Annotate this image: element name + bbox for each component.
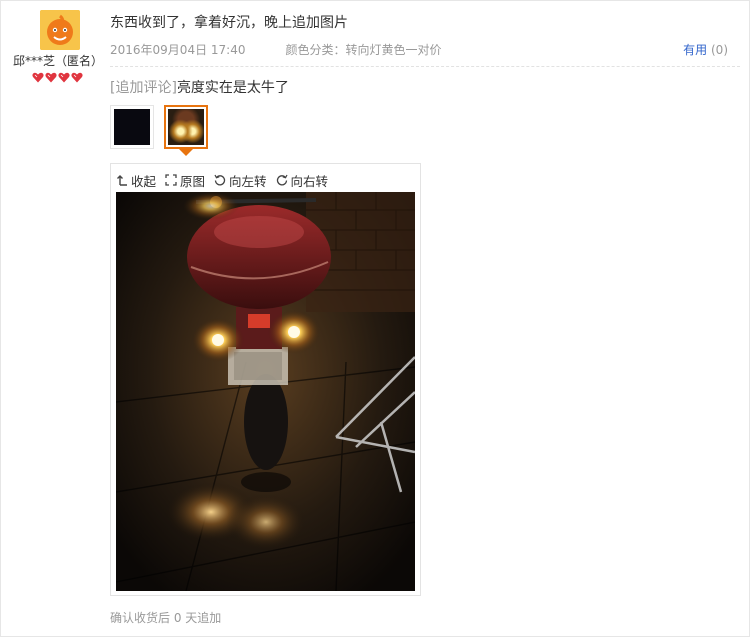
- review-text: 东西收到了，拿着好沉，晚上追加图片: [110, 15, 348, 31]
- avatar[interactable]: [40, 10, 80, 50]
- selected-thumb-caret: [179, 149, 193, 156]
- useful-button[interactable]: 有用 (0): [683, 41, 728, 58]
- review-meta: 2016年09月04日 17:40 颜色分类：转向灯黄色一对价: [110, 41, 442, 58]
- rotate-left-button[interactable]: 向左转: [214, 170, 267, 190]
- heart-icon: [71, 72, 83, 83]
- expand-icon: [165, 174, 177, 186]
- photo-thumbnail-2[interactable]: [164, 105, 208, 149]
- collapse-icon: [117, 175, 127, 186]
- original-label: 原图: [180, 173, 206, 189]
- collapse-label: 收起: [131, 173, 157, 189]
- viewer-toolbar: 收起 原图 向左转 向右转: [117, 170, 328, 190]
- useful-label[interactable]: 有用: [683, 43, 707, 57]
- original-button[interactable]: 原图: [165, 170, 205, 190]
- rotate-right-icon: [276, 174, 288, 186]
- photo-viewer: 收起 原图 向左转 向右转: [110, 163, 421, 596]
- review-attribute: 颜色分类：转向灯黄色一对价: [285, 43, 442, 57]
- rotate-right-button[interactable]: 向右转: [276, 170, 329, 190]
- motorcycle-photo: [116, 192, 415, 591]
- heart-icon: [32, 72, 44, 83]
- rotate-left-icon: [214, 174, 226, 186]
- rotate-left-label: 向左转: [229, 173, 267, 189]
- review-date: 2016年09月04日 17:40: [110, 43, 246, 57]
- append-tag: [追加评论]: [110, 80, 177, 96]
- heart-icon: [45, 72, 57, 83]
- username[interactable]: 邱***芝（匿名）: [8, 52, 108, 69]
- heart-icon: [58, 72, 70, 83]
- rotate-right-label: 向右转: [290, 173, 329, 189]
- user-level: [32, 72, 83, 83]
- avatar-icon: [40, 10, 80, 50]
- collapse-button[interactable]: 收起: [117, 170, 156, 190]
- append-footer: 确认收货后 0 天追加: [110, 611, 222, 625]
- review-photo[interactable]: [116, 192, 415, 591]
- append-review: [追加评论]亮度实在是太牛了: [110, 77, 289, 97]
- useful-count: (0): [711, 43, 728, 57]
- divider: [110, 66, 740, 67]
- append-text: 亮度实在是太牛了: [176, 80, 289, 96]
- photo-thumbnail-1[interactable]: [110, 105, 154, 149]
